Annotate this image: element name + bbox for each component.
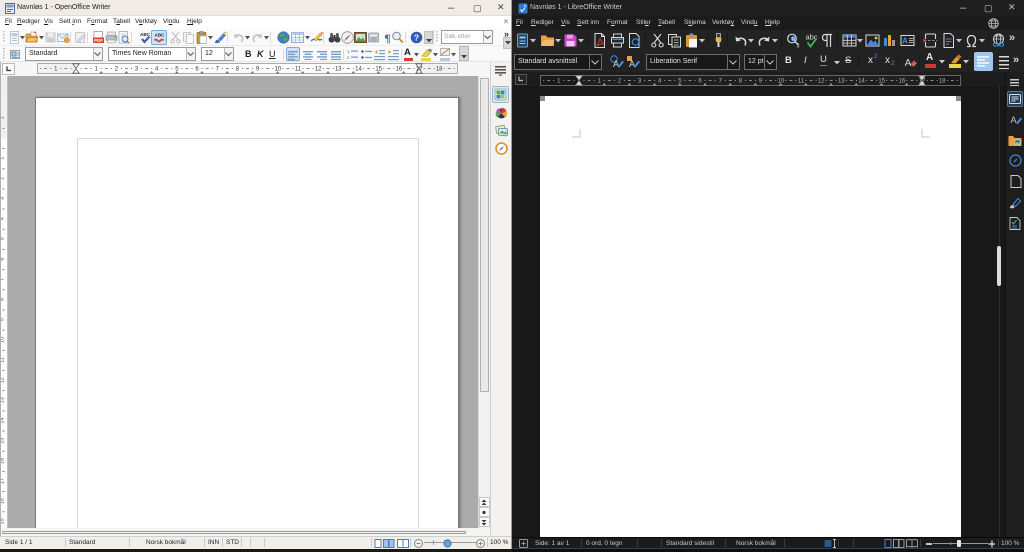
svg-text:15: 15 [375, 67, 382, 73]
svg-text:PDF: PDF [94, 38, 103, 43]
svg-text:d: d [797, 44, 800, 49]
svg-text:A: A [629, 59, 635, 69]
svg-text:ABC: ABC [155, 33, 166, 38]
svg-text:13: 13 [335, 67, 342, 73]
svg-text:11: 11 [798, 79, 805, 85]
svg-text:12: 12 [315, 67, 322, 73]
svg-text:A: A [1010, 115, 1016, 125]
svg-text:14: 14 [355, 67, 362, 73]
svg-text:14: 14 [858, 79, 865, 85]
svg-text:16: 16 [396, 67, 403, 73]
svg-text:1: 1 [347, 49, 350, 54]
svg-text:10: 10 [274, 67, 281, 73]
svg-text:?: ? [414, 33, 419, 43]
svg-text:12: 12 [818, 79, 825, 85]
svg-text:2: 2 [347, 55, 350, 60]
svg-text:13: 13 [838, 79, 845, 85]
svg-text:¶: ¶ [384, 31, 390, 44]
svg-text:A: A [902, 37, 908, 46]
svg-text:11: 11 [295, 67, 302, 73]
svg-text:A: A [905, 58, 912, 69]
svg-text:16: 16 [899, 79, 906, 85]
svg-text:15: 15 [878, 79, 885, 85]
svg-text:10: 10 [777, 79, 784, 85]
svg-text:18: 18 [436, 67, 443, 73]
svg-text:18: 18 [939, 79, 946, 85]
svg-text:A: A [613, 59, 619, 69]
